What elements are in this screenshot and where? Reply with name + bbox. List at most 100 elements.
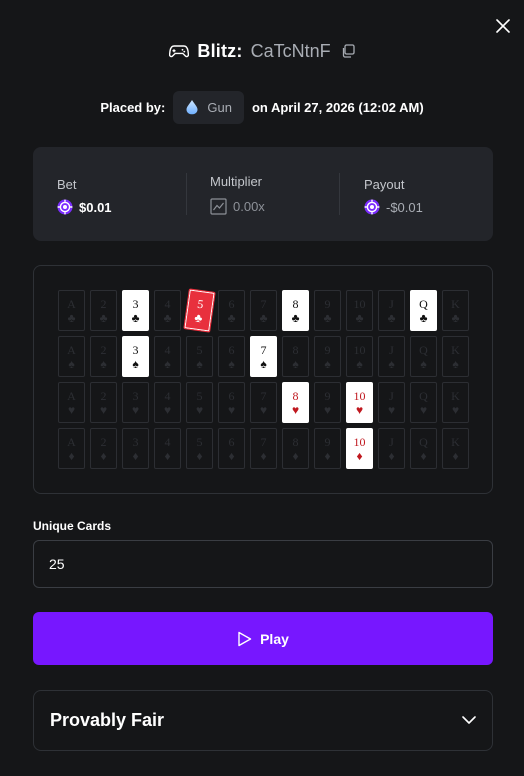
card-10-diamonds: 10 ♦: [346, 428, 373, 469]
card-rank: 7: [260, 388, 267, 403]
card-rank: 8: [292, 296, 299, 311]
card-3-spades: 3 ♠: [122, 336, 149, 377]
card-4-diamonds: 4 ♦: [154, 428, 181, 469]
card-a-diamonds: A ♦: [58, 428, 85, 469]
card-row-spades: A ♠ 2 ♠ 3 ♠ 4 ♠ 5 ♠ 6 ♠ 7 ♠ 8 ♠ 9 ♠ 10 ♠ J ♠ Q ♠ K ♠: [58, 336, 469, 377]
card-suit: ♣: [291, 310, 300, 325]
card-rank: 6: [228, 434, 235, 449]
card-suit: ♥: [355, 402, 364, 417]
card-4-clubs: 4 ♣: [154, 290, 181, 331]
payout-stat: Payout -$0.01: [340, 147, 490, 241]
card-rank: J: [389, 296, 394, 311]
card-rank: 10: [353, 342, 366, 357]
card-4-spades: 4 ♠: [154, 336, 181, 377]
card-suit: ♦: [324, 448, 331, 463]
card-suit: ♠: [100, 356, 107, 371]
card-rank: 10: [353, 388, 366, 403]
card-k-diamonds: K ♦: [442, 428, 469, 469]
card-suit: ♥: [291, 402, 300, 417]
user-chip[interactable]: Gun: [173, 90, 244, 124]
card-6-diamonds: 6 ♦: [218, 428, 245, 469]
bet-stat: Bet $0.01: [33, 147, 183, 241]
card-suit: ♥: [163, 402, 172, 417]
card-6-hearts: 6 ♥: [218, 382, 245, 423]
card-rank: A: [67, 342, 76, 357]
card-rank: 2: [100, 388, 107, 403]
card-suit: ♦: [260, 448, 267, 463]
card-rank: 6: [228, 388, 235, 403]
card-8-hearts: 8 ♥: [282, 382, 309, 423]
card-rank: A: [67, 434, 76, 449]
card-rank: 7: [260, 296, 267, 311]
card-j-clubs: J ♣: [378, 290, 405, 331]
close-button[interactable]: [491, 14, 515, 38]
card-suit: ♠: [68, 356, 75, 371]
card-suit: ♥: [259, 402, 268, 417]
provably-fair-accordion[interactable]: Provably Fair: [33, 690, 493, 751]
card-rank: K: [451, 342, 460, 357]
play-label: Play: [260, 630, 289, 647]
chevron-down-icon: [462, 716, 476, 724]
card-rank: Q: [419, 434, 428, 449]
card-rank: 5: [196, 388, 203, 403]
card-suit: ♥: [387, 402, 396, 417]
card-rank: 3: [132, 434, 139, 449]
card-rank: K: [451, 296, 460, 311]
bet-value: $0.01: [79, 199, 112, 215]
droplet-icon: [186, 100, 198, 115]
card-rank: 4: [164, 388, 171, 403]
copy-button[interactable]: [341, 44, 355, 58]
card-suit: ♦: [228, 448, 235, 463]
card-q-hearts: Q ♥: [410, 382, 437, 423]
card-suit: ♦: [388, 448, 395, 463]
card-4-hearts: 4 ♥: [154, 382, 181, 423]
card-9-clubs: 9 ♣: [314, 290, 341, 331]
card-j-diamonds: J ♦: [378, 428, 405, 469]
card-rank: 2: [100, 434, 107, 449]
card-rank: 4: [164, 434, 171, 449]
card-rank: Q: [419, 296, 428, 311]
multiplier-stat: Multiplier 0.00x: [187, 147, 337, 241]
card-suit: ♠: [132, 356, 139, 371]
card-7-hearts: 7 ♥: [250, 382, 277, 423]
card-suit: ♥: [131, 402, 140, 417]
card-suit: ♣: [323, 310, 332, 325]
card-3-diamonds: 3 ♦: [122, 428, 149, 469]
card-a-clubs: A ♣: [58, 290, 85, 331]
card-rank: 5: [196, 342, 203, 357]
bet-value-row: $0.01: [57, 199, 112, 215]
card-suit: ♠: [196, 356, 203, 371]
card-suit: ♦: [292, 448, 299, 463]
card-suit: ♦: [452, 448, 459, 463]
provably-fair-label: Provably Fair: [50, 710, 165, 730]
card-suit: ♦: [420, 448, 427, 463]
chip-icon: [364, 199, 380, 215]
card-5-spades: 5 ♠: [186, 336, 213, 377]
multiplier-value-row: 0.00x: [210, 198, 265, 215]
card-suit: ♣: [259, 310, 268, 325]
card-5-diamonds: 5 ♦: [186, 428, 213, 469]
card-suit: ♥: [323, 402, 332, 417]
card-suit: ♣: [193, 309, 204, 325]
card-rank: K: [451, 388, 460, 403]
bet-title: Blitz: CaTcNtnF: [0, 38, 524, 64]
card-rank: 8: [292, 388, 299, 403]
placed-by-label: Placed by:: [100, 99, 166, 115]
game-name: Blitz:: [197, 40, 243, 61]
card-2-hearts: 2 ♥: [90, 382, 117, 423]
card-8-clubs: 8 ♣: [282, 290, 309, 331]
card-8-spades: 8 ♠: [282, 336, 309, 377]
close-icon: [496, 19, 510, 33]
card-5-hearts: 5 ♥: [186, 382, 213, 423]
card-suit: ♦: [196, 448, 203, 463]
card-5-clubs: 5 ♣: [183, 288, 216, 333]
placed-by-row: Placed by: Gun on April 27, 2026 (12:02 …: [0, 90, 524, 124]
card-rank: 7: [260, 434, 267, 449]
play-button[interactable]: Play: [33, 612, 493, 665]
card-rank: Q: [419, 342, 428, 357]
card-suit: ♣: [163, 310, 172, 325]
unique-cards-input[interactable]: 25: [33, 540, 493, 588]
card-suit: ♣: [451, 310, 460, 325]
card-j-spades: J ♠: [378, 336, 405, 377]
card-rank: 2: [100, 342, 107, 357]
